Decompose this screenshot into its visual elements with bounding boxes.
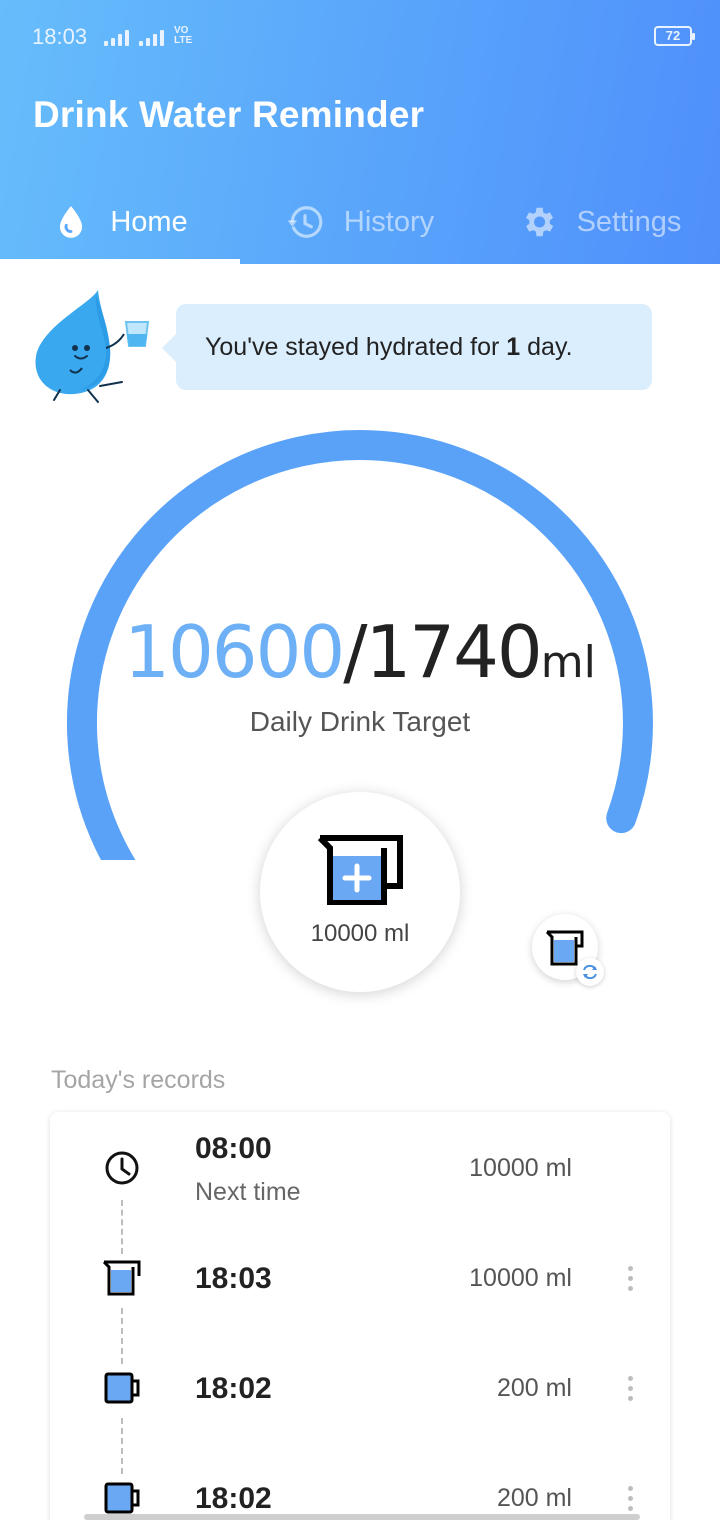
add-drink-button[interactable]: 10000 ml — [260, 792, 460, 992]
target-intake: 1740 — [365, 610, 542, 694]
message-prefix: You've stayed hydrated for — [205, 332, 507, 361]
record-item[interactable]: 18:02 200 ml — [50, 1332, 670, 1442]
current-intake: 10600 — [124, 610, 345, 694]
record-volume: 10000 ml — [469, 1154, 572, 1182]
cup-plus-icon — [317, 835, 403, 905]
cup-icon — [102, 1260, 141, 1296]
record-subtitle: Next time — [195, 1178, 301, 1206]
record-time: 18:03 — [195, 1262, 272, 1295]
record-volume: 10000 ml — [469, 1264, 572, 1292]
gesture-bar — [84, 1514, 640, 1520]
water-drop-icon — [60, 206, 83, 238]
cup-amount-label: 10000 ml — [310, 920, 410, 947]
battery-icon: 72 — [654, 26, 695, 46]
more-options-icon[interactable] — [620, 1368, 640, 1408]
tab-settings[interactable]: Settings — [480, 180, 720, 264]
hydration-message: You've stayed hydrated for 1 day. — [162, 304, 652, 390]
records-title: Today's records — [51, 1066, 226, 1094]
water-drop-mascot — [35, 290, 150, 403]
tab-home-label: Home — [110, 205, 188, 238]
hydrated-days: 1 — [506, 332, 521, 361]
record-item[interactable]: 18:02 200 ml — [50, 1442, 670, 1520]
intake-readout: 10600/1740ml — [0, 610, 720, 694]
volte-indicator: VO LTE — [174, 25, 193, 46]
record-time: 08:00 — [195, 1132, 272, 1165]
gear-icon — [525, 207, 553, 237]
record-volume: 200 ml — [496, 1484, 572, 1512]
app-title: Drink Water Reminder — [33, 94, 425, 135]
history-icon — [287, 206, 323, 238]
mug-icon — [104, 1482, 140, 1514]
clock-icon — [105, 1151, 139, 1185]
daily-target-label: Daily Drink Target — [249, 706, 471, 737]
more-options-icon[interactable] — [620, 1478, 640, 1518]
record-next: 08:00 Next time 10000 ml — [50, 1112, 670, 1222]
tab-history-label: History — [343, 205, 435, 238]
record-volume: 200 ml — [496, 1374, 572, 1402]
signal-icon — [104, 30, 129, 46]
sync-icon — [576, 958, 604, 986]
intake-unit: ml — [540, 637, 596, 688]
message-suffix: day. — [520, 332, 573, 361]
record-item[interactable]: 18:03 10000 ml — [50, 1222, 670, 1332]
record-time: 18:02 — [195, 1482, 272, 1515]
signal-icon — [139, 30, 164, 46]
tab-settings-label: Settings — [576, 205, 682, 238]
status-time: 18:03 — [32, 24, 88, 49]
tab-history[interactable]: History — [240, 180, 480, 264]
more-options-icon[interactable] — [620, 1258, 640, 1298]
intake-separator: / — [343, 610, 367, 694]
mug-icon — [104, 1372, 140, 1404]
app-header: 18:03 VO LTE 72 Drink Water Reminder Hom… — [0, 0, 720, 264]
tab-bar: Home History Settings — [0, 180, 720, 264]
records-list: 08:00 Next time 10000 ml 18:03 10000 ml … — [50, 1112, 670, 1520]
switch-cup-button[interactable] — [532, 914, 604, 986]
tab-home[interactable]: Home — [0, 180, 240, 264]
status-bar: 18:03 VO LTE 72 — [32, 22, 695, 52]
record-time: 18:02 — [195, 1372, 272, 1405]
